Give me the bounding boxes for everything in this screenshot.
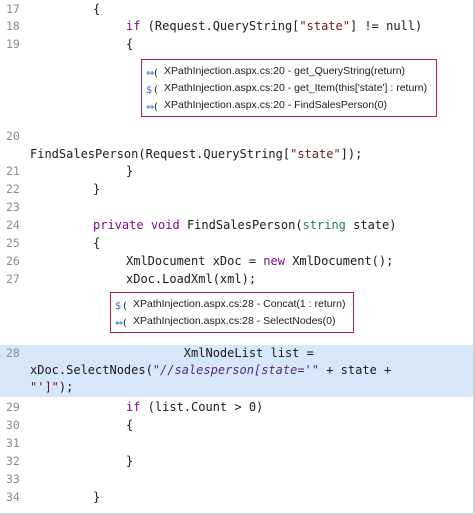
code-line: } <box>93 182 101 196</box>
code-text: (Request.QueryString[ <box>140 19 300 33</box>
trace-item[interactable]: $( XPathInjection.aspx.cs:28 - Concat(1 … <box>115 296 349 313</box>
line-number: 30 <box>6 418 20 432</box>
string-literal: "state" <box>299 19 350 33</box>
svg-text:(: ( <box>154 68 158 78</box>
code-text: XmlDocument(); <box>284 254 394 268</box>
svg-text:(: ( <box>123 301 127 311</box>
keyword: private <box>93 218 144 232</box>
code-line: private void FindSalesPerson(string stat… <box>93 217 396 234</box>
line-number: 18 <box>6 19 20 33</box>
line-number: 20 <box>6 129 20 143</box>
svg-text:(: ( <box>154 102 158 112</box>
keyword: if <box>126 19 141 33</box>
svg-text:(: ( <box>154 85 158 95</box>
trace-item[interactable]: ⇔( XPathInjection.aspx.cs:20 - get_Query… <box>146 63 432 80</box>
trace-label: XPathInjection.aspx.cs:20 - FindSalesPer… <box>164 99 387 111</box>
line-number: 23 <box>6 200 20 214</box>
line-number: 31 <box>6 436 20 450</box>
line-number: 22 <box>6 182 20 196</box>
code-text: + state + <box>319 363 392 377</box>
trace-arrow-dollar-icon: $( <box>115 299 131 311</box>
trace-popup: ⇔( XPathInjection.aspx.cs:20 - get_Query… <box>141 59 437 117</box>
keyword: new <box>263 254 285 268</box>
keyword: if <box>126 400 141 414</box>
code-line: XmlNodeList list = <box>126 346 314 360</box>
trace-arrow-dollar-icon: $( <box>146 83 162 95</box>
type-keyword: string <box>302 218 346 232</box>
line-number: 17 <box>6 2 20 16</box>
string-literal: "']" <box>30 380 59 394</box>
keyword: void <box>150 218 180 232</box>
line-number: 27 <box>6 272 20 286</box>
code-line: { <box>93 236 101 250</box>
code-line: } <box>93 490 101 504</box>
code-line: if (list.Count > 0) <box>126 399 263 416</box>
svg-text:(: ( <box>123 318 127 328</box>
line-number: 21 <box>6 164 20 178</box>
code-line: { <box>126 418 134 432</box>
string-literal: "state" <box>290 147 341 161</box>
code-line: { <box>93 2 101 16</box>
line-number: 33 <box>6 472 20 486</box>
code-line: FindSalesPerson(Request.QueryString["sta… <box>30 146 362 163</box>
code-text: FindSalesPerson(Request.QueryString[ <box>30 147 291 161</box>
code-line: xDoc.LoadXml(xml); <box>126 272 257 286</box>
code-line: xDoc.SelectNodes("//salesperson[state='"… <box>30 362 391 379</box>
string-literal: "//salesperson[state='" <box>152 363 319 377</box>
code-text: (list.Count > 0) <box>140 400 264 414</box>
trace-popup: $( XPathInjection.aspx.cs:28 - Concat(1 … <box>110 292 354 333</box>
code-text: FindSalesPerson( <box>179 218 303 232</box>
code-text: state) <box>345 218 397 232</box>
trace-label: XPathInjection.aspx.cs:28 - SelectNodes(… <box>133 315 336 327</box>
trace-arrow-icon: ⇔( <box>146 100 162 112</box>
line-number: 29 <box>6 400 20 414</box>
line-number: 24 <box>6 218 20 232</box>
line-number: 26 <box>6 254 20 268</box>
code-text: ]); <box>340 147 363 161</box>
code-line: XmlDocument xDoc = new XmlDocument(); <box>126 254 394 268</box>
trace-arrow-icon: ⇔( <box>115 316 131 328</box>
line-number: 32 <box>6 454 20 468</box>
code-text: ); <box>58 380 74 394</box>
code-line: } <box>126 164 134 178</box>
code-line: "']"); <box>30 379 73 396</box>
code-line: if (Request.QueryString["state"] != null… <box>126 18 422 35</box>
trace-item[interactable]: ⇔( XPathInjection.aspx.cs:28 - SelectNod… <box>115 313 349 330</box>
svg-text:$: $ <box>115 301 121 311</box>
trace-arrow-icon: ⇔( <box>146 66 162 78</box>
code-text: xDoc.SelectNodes( <box>30 363 153 377</box>
code-line: } <box>126 454 134 468</box>
svg-text:$: $ <box>146 85 152 95</box>
trace-label: XPathInjection.aspx.cs:20 - get_QueryStr… <box>164 65 406 77</box>
trace-item[interactable]: ⇔( XPathInjection.aspx.cs:20 - FindSales… <box>146 97 432 114</box>
line-number: 28 <box>6 346 20 360</box>
line-number: 34 <box>6 490 20 504</box>
code-text: ] != null) <box>349 19 423 33</box>
line-number: 19 <box>6 37 20 51</box>
trace-label: XPathInjection.aspx.cs:20 - get_Item(thi… <box>164 82 428 94</box>
trace-label: XPathInjection.aspx.cs:28 - Concat(1 : r… <box>133 298 346 310</box>
line-number: 25 <box>6 236 20 250</box>
code-line: { <box>126 37 134 51</box>
trace-item[interactable]: $( XPathInjection.aspx.cs:20 - get_Item(… <box>146 80 432 97</box>
